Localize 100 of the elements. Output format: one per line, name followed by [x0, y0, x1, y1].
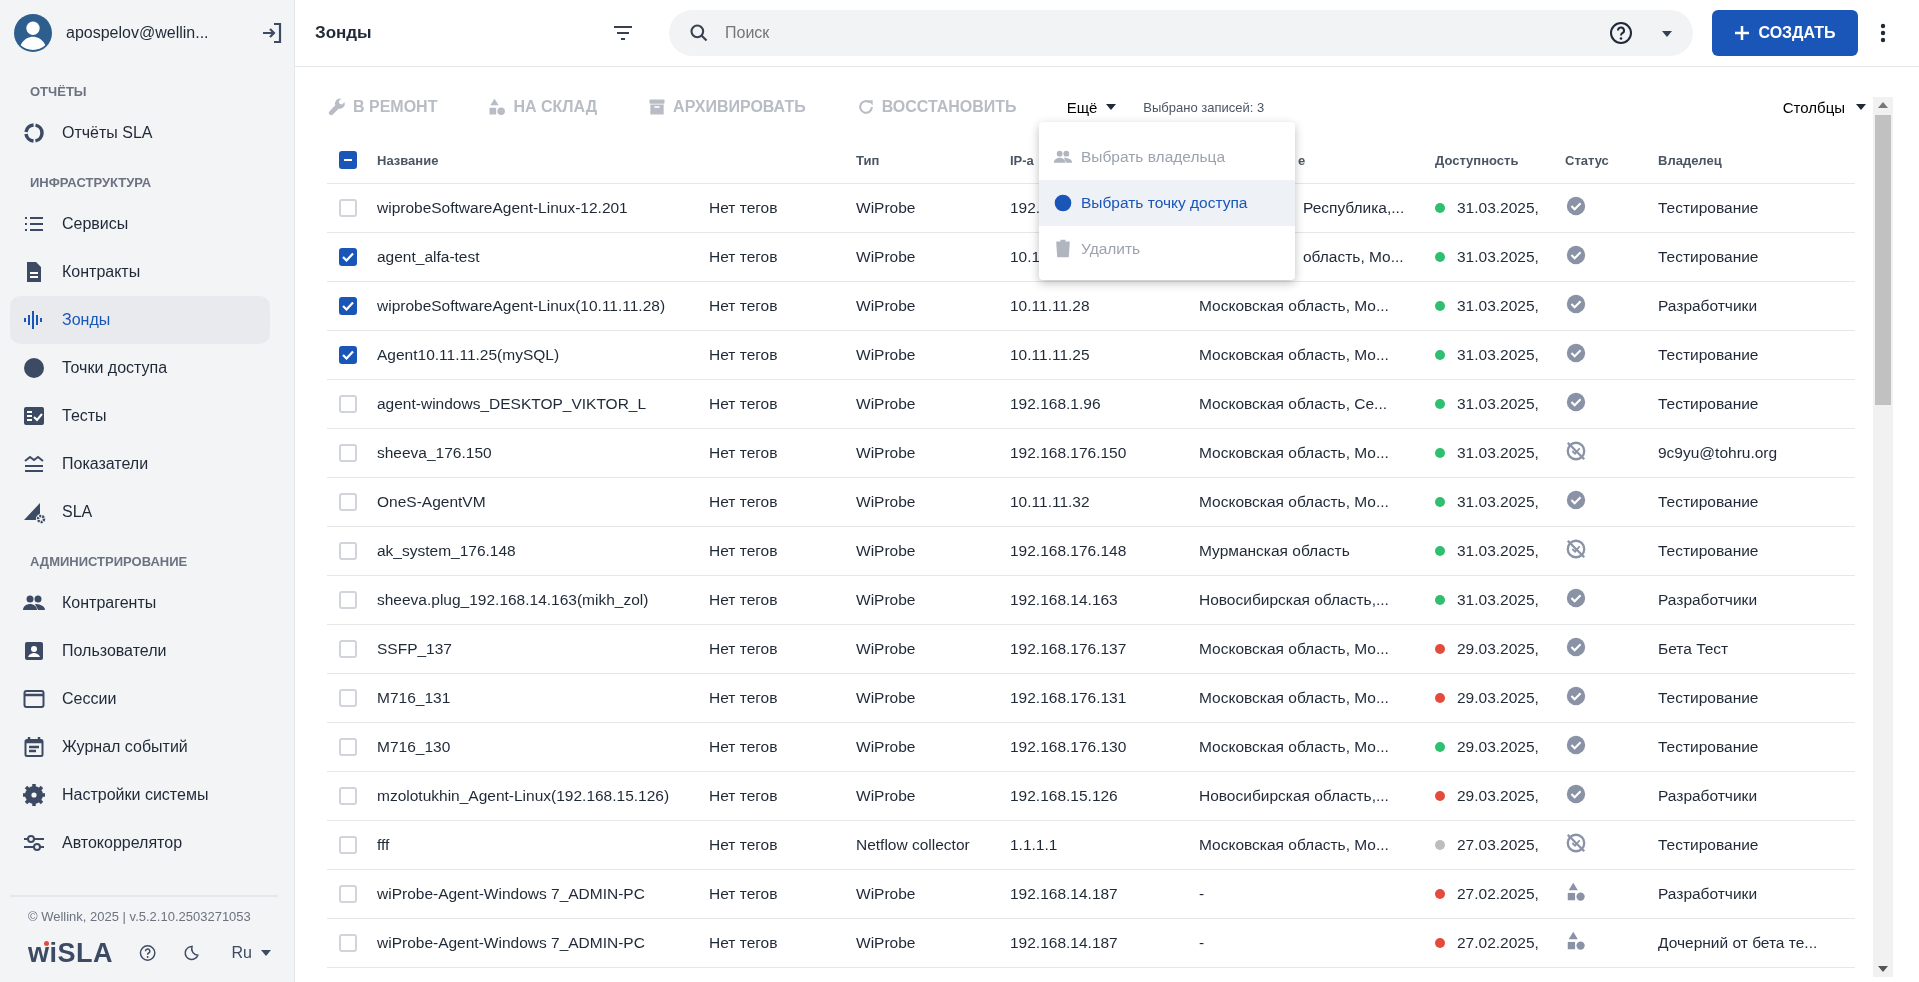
table-cell: 192.168.15.126 — [1010, 787, 1118, 804]
table-cell: Тестирование — [1658, 395, 1759, 412]
row-checkbox[interactable] — [339, 248, 357, 266]
search-input[interactable]: Поиск — [723, 23, 1595, 43]
table-cell: sheeva_176.150 — [377, 444, 492, 461]
table-cell: Нет тегов — [709, 395, 778, 412]
column-header[interactable]: Название — [377, 152, 439, 168]
table-cell: 192.168.176.130 — [1010, 738, 1127, 755]
column-header[interactable]: Статус — [1565, 152, 1609, 168]
check-icon — [342, 350, 354, 360]
column-header[interactable]: е — [1298, 152, 1306, 168]
table-cell: Московская область, Мо... — [1199, 640, 1389, 657]
scroll-up-icon[interactable] — [1877, 101, 1889, 109]
table-cell: Netflow collector — [856, 836, 970, 853]
nav-item[interactable]: Зонды — [10, 296, 270, 344]
table-cell: Московская область, Мо... — [1199, 493, 1389, 510]
nav-item[interactable]: Сессии — [10, 675, 270, 723]
nav-item[interactable]: Отчёты SLA — [10, 109, 270, 157]
table-cell: Дочерний от бета те... — [1658, 934, 1818, 951]
nav-item[interactable]: Настройки системы — [10, 771, 270, 819]
help-icon[interactable] — [1609, 21, 1633, 45]
check-circle-icon — [1565, 293, 1587, 315]
copyright-text: © Wellink, 2025 | v.5.2.10.2503271053 — [28, 909, 252, 924]
search-bar[interactable]: Поиск — [669, 10, 1693, 56]
row-checkbox[interactable] — [339, 297, 357, 315]
table-cell: Нет тегов — [709, 444, 778, 461]
nav-item[interactable]: Показатели — [10, 440, 270, 488]
circle-icon — [1053, 193, 1073, 213]
more-icon[interactable] — [1880, 23, 1886, 43]
table-cell: 31.03.2025, — [1457, 395, 1539, 413]
check-circle-icon — [1565, 195, 1587, 217]
table-cell: Тестирование — [1658, 689, 1759, 706]
table-cell: Мурманская область — [1199, 542, 1350, 559]
table-cell: 192.168.14.187 — [1010, 934, 1118, 951]
table-cell: 31.03.2025, — [1457, 199, 1539, 217]
avatar-icon[interactable] — [14, 14, 52, 52]
columns-dropdown[interactable]: Столбцы — [1776, 97, 1873, 117]
shapes-icon — [487, 97, 508, 117]
table-cell: Нет тегов — [709, 346, 778, 363]
nav-item[interactable]: Сервисы — [10, 200, 270, 248]
table-cell: 29.03.2025, — [1457, 689, 1539, 707]
menu-item[interactable]: Выбрать точку доступа — [1039, 180, 1295, 226]
create-button[interactable]: СОЗДАТЬ — [1712, 10, 1858, 56]
circle-icon — [22, 356, 46, 380]
caret-icon — [1105, 103, 1118, 111]
nav-item[interactable]: Тесты — [10, 392, 270, 440]
nav-item[interactable]: Пользователи — [10, 627, 270, 675]
language-selector[interactable]: Ru — [225, 943, 278, 963]
table-cell: 27.02.2025, — [1457, 885, 1539, 903]
table-cell: Agent10.11.11.25(mySQL) — [377, 346, 560, 363]
table-cell: wiprobeSoftwareAgent-Linux(10.11.11.28) — [377, 297, 666, 314]
table-cell: Республика,... — [1303, 199, 1405, 216]
nav-item[interactable]: Точки доступа — [10, 344, 270, 392]
table-cell: Московская область, Мо... — [1199, 836, 1389, 853]
table-cell: Нет тегов — [709, 836, 778, 853]
nav-item[interactable]: Контрагенты — [10, 579, 270, 627]
column-header[interactable]: Доступность — [1435, 152, 1519, 168]
logout-icon[interactable] — [260, 21, 284, 45]
table-cell: Разработчики — [1658, 885, 1758, 902]
table-cell: 27.02.2025, — [1457, 934, 1539, 952]
table-cell: Нет тегов — [709, 934, 778, 951]
check-circle-icon — [1565, 783, 1587, 805]
nav-item[interactable]: SLA — [10, 488, 270, 536]
table-cell: 192.168.176.150 — [1010, 444, 1127, 461]
table-cell: Московская область, Мо... — [1199, 346, 1389, 363]
select-all-checkbox[interactable] — [339, 151, 357, 169]
table-cell: WiProbe — [856, 444, 916, 461]
table-cell: WiProbe — [856, 934, 916, 951]
table-cell: WiProbe — [856, 199, 916, 216]
check-circle-icon — [1565, 587, 1587, 609]
scroll-down-icon[interactable] — [1877, 965, 1889, 973]
archive-icon — [647, 97, 668, 117]
table-cell: 31.03.2025, — [1457, 297, 1539, 315]
scrollbar[interactable] — [1873, 97, 1893, 977]
table-cell: 29.03.2025, — [1457, 738, 1539, 756]
plus-icon — [1734, 25, 1751, 41]
check-circle-icon — [1565, 636, 1587, 658]
table-cell: agent_alfa-test — [377, 248, 480, 265]
crossed-check-icon — [1565, 538, 1587, 560]
column-header[interactable]: IP-а — [1010, 152, 1034, 168]
more-dropdown[interactable]: Ещё — [1066, 98, 1118, 116]
table-cell: WiProbe — [856, 885, 916, 902]
row-checkbox[interactable] — [339, 346, 357, 364]
table-cell: - — [1199, 934, 1205, 951]
table-cell: 1.1.1.1 — [1010, 836, 1058, 853]
table-cell: 192.168.1.96 — [1010, 395, 1101, 412]
table-cell: 10.1 — [1010, 248, 1041, 265]
column-header[interactable]: Тип — [856, 152, 880, 168]
table-cell: 29.03.2025, — [1457, 787, 1539, 805]
table-cell: Новосибирская область,... — [1199, 591, 1389, 608]
table-cell: 10.11.11.28 — [1010, 297, 1090, 314]
nav-item[interactable]: Журнал событий — [10, 723, 270, 771]
shapes-icon — [1565, 930, 1587, 952]
scrollbar-thumb[interactable] — [1875, 115, 1891, 405]
column-header[interactable]: Владелец — [1658, 152, 1722, 168]
nav-item[interactable]: Автокоррелятор — [10, 819, 270, 867]
table-cell: agent-windows_DESKTOP_VIKTOR_L — [377, 395, 647, 412]
table-cell: 192. — [1010, 199, 1041, 216]
nav-item[interactable]: Контракты — [10, 248, 270, 296]
table-cell: Нет тегов — [709, 640, 778, 657]
